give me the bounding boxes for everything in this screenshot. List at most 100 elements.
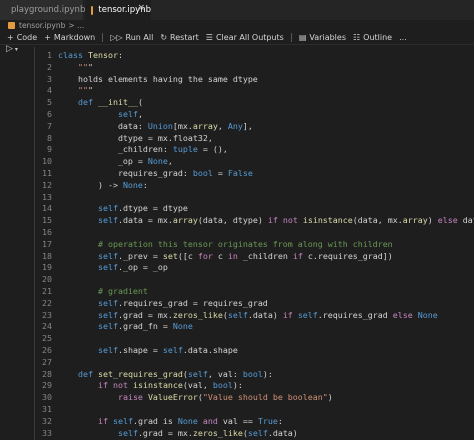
code-line[interactable]: 13 bbox=[35, 192, 474, 204]
code-line[interactable]: 19 self._op = _op bbox=[35, 262, 474, 274]
line-number: 13 bbox=[42, 191, 52, 202]
code-line[interactable]: 9 _children: tuple = (), bbox=[35, 144, 474, 156]
code-text: _children: tuple = (), bbox=[58, 144, 228, 155]
code-line[interactable]: 7 data: Union[mx.array, Any], bbox=[35, 121, 474, 133]
more-actions-button[interactable]: ... bbox=[399, 33, 407, 42]
code-text: data: Union[mx.array, Any], bbox=[58, 120, 253, 131]
code-text: class Tensor: bbox=[58, 50, 123, 60]
outline-label: Outline bbox=[363, 33, 393, 42]
line-number: 1 bbox=[47, 50, 52, 60]
code-line[interactable]: 31 bbox=[35, 404, 474, 416]
notebook-icon bbox=[8, 22, 15, 29]
breadcrumb-file[interactable]: tensor.ipynb bbox=[19, 21, 65, 30]
code-text: raise ValueError("Value should be boolea… bbox=[117, 392, 333, 403]
line-number: 26 bbox=[42, 345, 52, 355]
code-line[interactable]: 26 self.shape = self.data.shape bbox=[35, 345, 474, 357]
code-line[interactable]: 17 # operation this tensor originates fr… bbox=[35, 239, 474, 251]
code-line[interactable]: 2 """ bbox=[35, 62, 474, 74]
line-number: 11 bbox=[42, 168, 52, 178]
code-line[interactable]: 11 requires_grad: bool = False bbox=[35, 168, 474, 180]
line-number: 17 bbox=[42, 238, 52, 249]
code-cell-editor[interactable]: 1 class Tensor: 2 """ 3 holds elements havi… bbox=[34, 47, 474, 440]
close-icon[interactable]: × bbox=[137, 3, 145, 13]
add-code-label: Code bbox=[16, 33, 38, 42]
code-line[interactable]: 28 def set_requires_grad(self, val: bool… bbox=[35, 369, 474, 381]
code-text: dtype = mx.float32, bbox=[58, 132, 213, 143]
notebook-toolbar: + Code + Markdown ▷▷ Run All ↻ Restart ☰ Clea… bbox=[0, 31, 474, 45]
line-number: 31 bbox=[42, 404, 52, 414]
code-text: self.grad_fn = None bbox=[97, 321, 193, 332]
code-line[interactable]: 23 self.grad = mx.zeros_like(self.data) … bbox=[35, 310, 474, 322]
add-code-button[interactable]: + Code bbox=[7, 33, 37, 42]
line-number: 33 bbox=[42, 427, 52, 438]
restart-button[interactable]: ↻ Restart bbox=[160, 33, 198, 42]
chevron-down-icon[interactable]: ▾ bbox=[15, 46, 18, 53]
code-line[interactable]: 12 ) -> None: bbox=[35, 180, 474, 192]
outline-icon: ☷ bbox=[352, 33, 361, 42]
tab-label: playground.ipynb bbox=[11, 5, 86, 15]
outline-button[interactable]: ☷ Outline bbox=[353, 33, 392, 42]
breadcrumb-rest[interactable]: > ... bbox=[68, 21, 84, 30]
clear-all-icon: ☰ bbox=[205, 33, 213, 42]
code-text: ) -> None: bbox=[58, 179, 148, 190]
code-line[interactable]: 25 bbox=[35, 333, 474, 345]
code-line[interactable]: 27 bbox=[35, 357, 474, 369]
code-line[interactable]: 10 _op = None, bbox=[35, 156, 474, 168]
code-text: self.requires_grad = requires_grad bbox=[97, 297, 268, 308]
variables-button[interactable]: ▤ Variables bbox=[299, 33, 346, 42]
code-line[interactable]: 6 self, bbox=[35, 109, 474, 121]
line-number: 3 bbox=[47, 73, 52, 84]
line-number: 21 bbox=[42, 286, 52, 296]
code-line[interactable]: 4 """ bbox=[35, 85, 474, 97]
clear-outputs-button[interactable]: ☰ Clear All Outputs bbox=[206, 33, 284, 42]
code-line[interactable]: 1 class Tensor: bbox=[35, 50, 474, 62]
run-all-button[interactable]: ▷▷ Run All bbox=[110, 33, 153, 42]
code-text: self.data = mx.array(data, dtype) if not… bbox=[97, 215, 474, 226]
restart-icon: ↻ bbox=[160, 33, 168, 42]
line-number: 20 bbox=[42, 274, 52, 285]
tab-tensor[interactable]: tensor.ipynb × bbox=[85, 0, 151, 20]
code-line[interactable]: 33 self.grad = mx.zeros_like(self.data) bbox=[35, 428, 474, 440]
code-text: if not isinstance(val, bool): bbox=[97, 380, 243, 391]
line-number: 30 bbox=[42, 392, 52, 403]
tab-playground[interactable]: playground.ipynb bbox=[0, 0, 86, 20]
code-line[interactable]: 29 if not isinstance(val, bool): bbox=[35, 380, 474, 392]
code-line[interactable]: 21 # gradient bbox=[35, 286, 474, 298]
line-number: 6 bbox=[47, 109, 52, 119]
code-line[interactable]: 8 dtype = mx.float32, bbox=[35, 133, 474, 145]
code-line[interactable]: 18 self._prev = set([c for c in _childre… bbox=[35, 251, 474, 263]
code-line[interactable]: 30 raise ValueError("Value should be boo… bbox=[35, 392, 474, 404]
code-text: """ bbox=[77, 85, 93, 96]
run-cell-icon[interactable]: ▷ bbox=[6, 44, 13, 54]
code-text: self.grad = mx.zeros_like(self.data) if … bbox=[97, 309, 438, 320]
cell-run-controls: ▷ ▾ bbox=[6, 44, 18, 54]
add-markdown-button[interactable]: + Markdown bbox=[44, 33, 95, 42]
code-line[interactable]: 32 if self.grad is None and val == True: bbox=[35, 416, 474, 428]
plus-icon: + bbox=[44, 33, 51, 42]
code-text: self.grad = mx.zeros_like(self.data) bbox=[117, 427, 298, 438]
code-line[interactable]: 14 self.dtype = dtype bbox=[35, 203, 474, 215]
line-number: 16 bbox=[42, 227, 52, 237]
add-markdown-label: Markdown bbox=[53, 33, 96, 42]
code-text: # gradient bbox=[97, 286, 148, 296]
more-actions-label: ... bbox=[399, 33, 407, 42]
code-text: def __init__( bbox=[77, 97, 143, 108]
code-line[interactable]: 22 self.requires_grad = requires_grad bbox=[35, 298, 474, 310]
run-all-label: Run All bbox=[125, 33, 154, 42]
line-number: 19 bbox=[42, 262, 52, 273]
line-number: 8 bbox=[47, 132, 52, 143]
line-number: 7 bbox=[47, 120, 52, 131]
code-line[interactable]: 15 self.data = mx.array(data, dtype) if … bbox=[35, 215, 474, 227]
code-line[interactable]: 5 def __init__( bbox=[35, 97, 474, 109]
code-line[interactable]: 3 holds elements having the same dtype bbox=[35, 74, 474, 86]
clear-outputs-label: Clear All Outputs bbox=[215, 33, 284, 42]
code-line[interactable]: 24 self.grad_fn = None bbox=[35, 321, 474, 333]
code-text: def set_requires_grad(self, val: bool): bbox=[77, 368, 273, 379]
code-text: _op = None, bbox=[58, 156, 173, 167]
code-text: if self.grad is None and val == True: bbox=[97, 415, 283, 426]
code-text: """ bbox=[77, 61, 93, 72]
code-line[interactable]: 20 bbox=[35, 274, 474, 286]
line-number: 14 bbox=[42, 203, 52, 214]
breadcrumb: tensor.ipynb > ... bbox=[0, 20, 474, 31]
code-line[interactable]: 16 bbox=[35, 227, 474, 239]
